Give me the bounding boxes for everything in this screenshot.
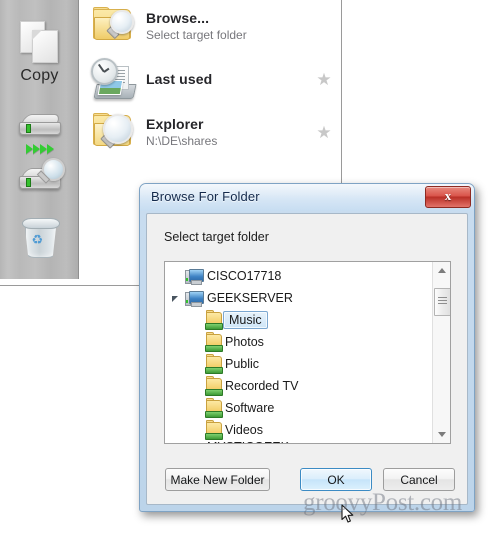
list-item-browse-title: Browse... <box>146 10 210 27</box>
chevron-right-icon[interactable] <box>169 441 185 443</box>
tree-item[interactable]: Public <box>165 353 432 375</box>
tree-item[interactable]: Photos <box>165 331 432 353</box>
chevron-right-icon[interactable] <box>169 265 185 287</box>
list-item-explorer-subtitle: N:\DE\shares <box>146 133 218 148</box>
computer-icon <box>185 265 205 287</box>
scroll-down-arrow-icon[interactable] <box>433 426 450 443</box>
sidebar-tool-copy-label: Copy <box>20 67 59 84</box>
close-icon-glyph: x <box>444 188 452 203</box>
browse-for-folder-dialog: Browse For Folder x Select target folder… <box>139 183 475 523</box>
drive-transfer-icon <box>17 114 63 140</box>
shared-folder-icon <box>203 375 223 397</box>
dialog-titlebar[interactable]: Browse For Folder x <box>140 184 474 211</box>
favorite-star-icon-explorer[interactable]: ★ <box>307 123 341 143</box>
tree-item-label: Public <box>225 356 260 371</box>
list-item-browse[interactable]: Browse... Select target folder <box>80 0 341 53</box>
list-item-browse-subtitle: Select target folder <box>146 27 247 42</box>
sidebar-tool-copy[interactable]: Copy <box>0 18 79 85</box>
make-new-folder-button[interactable]: Make New Folder <box>165 468 270 491</box>
tree-twisty-empty <box>187 309 203 331</box>
tree-item[interactable]: Software <box>165 397 432 419</box>
tree-item-label: Photos <box>225 334 264 349</box>
tree-item[interactable]: Music <box>165 309 432 331</box>
sidebar-tool-recycle-bin[interactable]: ♻ <box>0 218 79 258</box>
copy-pages-icon <box>16 18 64 66</box>
tree-item[interactable]: GEEKSERVER <box>165 287 432 309</box>
cancel-button[interactable]: Cancel <box>383 468 455 491</box>
shared-folder-icon <box>203 309 223 331</box>
shared-folder-icon <box>203 397 223 419</box>
list-item-explorer-title: Explorer <box>146 116 204 133</box>
tree-item[interactable]: MYSTICGEEK <box>165 441 432 443</box>
magnifier-icon <box>41 158 65 181</box>
explorer-magnifier-icon <box>87 108 143 158</box>
chevron-right-icon[interactable] <box>187 397 203 419</box>
clock-history-icon <box>87 55 143 105</box>
tree-item-label: Music <box>223 310 268 330</box>
shared-folder-icon <box>203 353 223 375</box>
favorite-star-icon-last-used[interactable]: ★ <box>307 70 341 90</box>
folder-search-icon <box>87 2 143 52</box>
recycle-bin-icon: ♻ <box>21 218 60 258</box>
chevron-right-icon[interactable] <box>187 419 203 441</box>
chevron-right-icon[interactable] <box>187 375 203 397</box>
app-sidebar: Copy ♻ <box>0 0 79 279</box>
tree-item-label: MYSTICGEEK <box>205 441 293 443</box>
chevron-right-icon[interactable] <box>187 353 203 375</box>
sidebar-tool-transfer[interactable] <box>0 114 79 159</box>
shared-folder-icon <box>203 419 223 441</box>
tree-item-label: Videos <box>225 422 263 437</box>
tree-item-label: CISCO17718 <box>207 268 282 283</box>
tree-item[interactable]: Videos <box>165 419 432 441</box>
computer-icon <box>185 441 205 443</box>
tree-item[interactable]: Recorded TV <box>165 375 432 397</box>
prompt-label: Select target folder <box>164 230 269 244</box>
tree-scrollbar[interactable] <box>432 262 450 443</box>
tree-item[interactable]: CISCO17718 <box>165 265 432 287</box>
list-item-last-used-title: Last used <box>146 71 213 88</box>
folder-tree-panel: CISCO17718 GEEKSERVER Music Photos Public Rec… <box>164 261 451 444</box>
shared-folder-icon <box>203 331 223 353</box>
scrollbar-thumb[interactable] <box>434 288 450 316</box>
green-chevrons-icon <box>17 141 63 159</box>
dialog-body: Select target folder CISCO17718 GEEKSERVE… <box>146 213 468 523</box>
chevron-down-icon[interactable] <box>169 287 185 309</box>
tree-item-label: GEEKSERVER <box>207 290 293 305</box>
list-item-last-used[interactable]: Last used ★ <box>80 53 341 106</box>
folder-tree-list[interactable]: CISCO17718 GEEKSERVER Music Photos Public Rec… <box>165 265 432 443</box>
list-item-explorer[interactable]: Explorer N:\DE\shares ★ <box>80 106 341 159</box>
chevron-right-icon[interactable] <box>187 331 203 353</box>
watermark: groovyPost.com <box>303 489 462 516</box>
drive-search-icon <box>17 158 65 194</box>
tree-item-label: Software <box>225 400 275 415</box>
close-icon[interactable]: x <box>425 186 471 208</box>
ok-button[interactable]: OK <box>300 468 372 491</box>
sidebar-tool-search-drive[interactable] <box>0 158 79 194</box>
tree-item-label: Recorded TV <box>225 378 299 393</box>
dialog-title: Browse For Folder <box>151 189 260 204</box>
scroll-up-arrow-icon[interactable] <box>433 262 450 279</box>
computer-icon <box>185 287 205 309</box>
